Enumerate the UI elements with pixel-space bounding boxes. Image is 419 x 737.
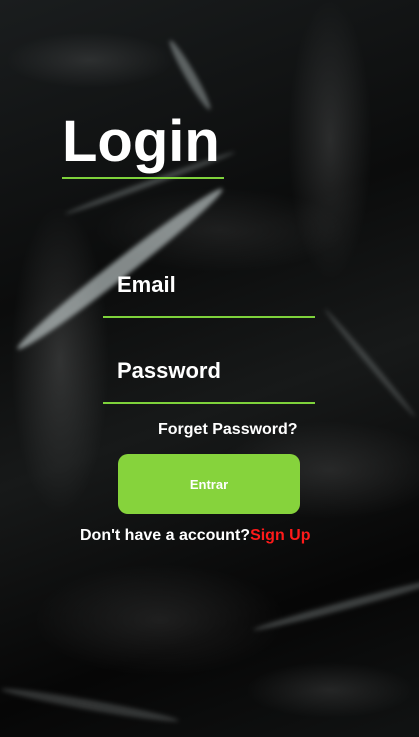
signup-row: Don't have a account?Sign Up [80, 527, 311, 545]
signup-prompt: Don't have a account? [80, 527, 251, 544]
password-field[interactable]: Password [103, 354, 315, 404]
background-texture [322, 307, 418, 419]
email-label: Email [117, 272, 176, 297]
email-field-underline [103, 316, 315, 318]
signup-link[interactable]: Sign Up [250, 527, 310, 544]
password-label: Password [117, 358, 221, 383]
background-texture [165, 37, 215, 113]
password-field-underline [103, 402, 315, 404]
background-texture [0, 684, 180, 726]
background-texture [252, 574, 419, 634]
login-screen: Login Email Password Forget Password? En… [0, 0, 419, 737]
title-underline [62, 177, 224, 179]
forgot-password-link[interactable]: Forget Password? [158, 421, 298, 439]
page-title: Login [62, 109, 220, 174]
submit-button[interactable]: Entrar [118, 454, 300, 514]
email-field[interactable]: Email [103, 268, 315, 318]
